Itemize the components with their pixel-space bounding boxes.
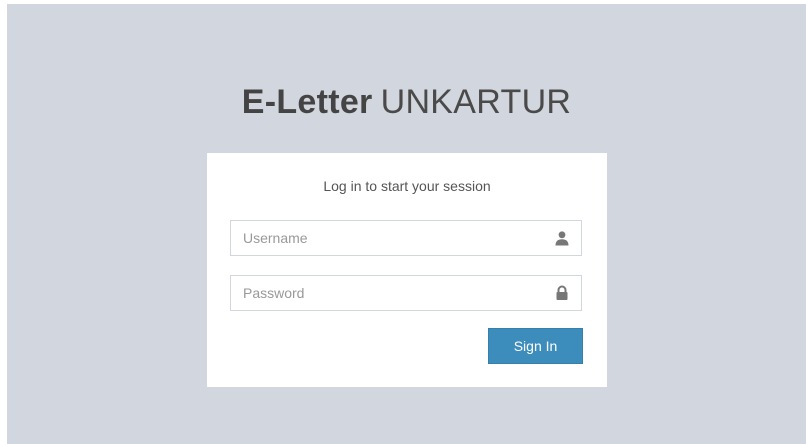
username-field xyxy=(230,220,582,256)
password-field xyxy=(230,275,582,311)
logo-bold-text: E-Letter xyxy=(241,83,373,121)
login-box: Log in to start your session Sign In xyxy=(207,153,607,387)
user-icon xyxy=(555,231,569,246)
sign-in-button[interactable]: Sign In xyxy=(488,328,583,364)
username-input[interactable] xyxy=(231,221,553,255)
password-input[interactable] xyxy=(231,276,553,310)
app-logo: E-Letter UNKARTUR xyxy=(7,80,806,124)
login-box-message: Log in to start your session xyxy=(323,178,491,194)
logo-light-text: UNKARTUR xyxy=(380,83,572,121)
lock-icon xyxy=(556,285,568,300)
